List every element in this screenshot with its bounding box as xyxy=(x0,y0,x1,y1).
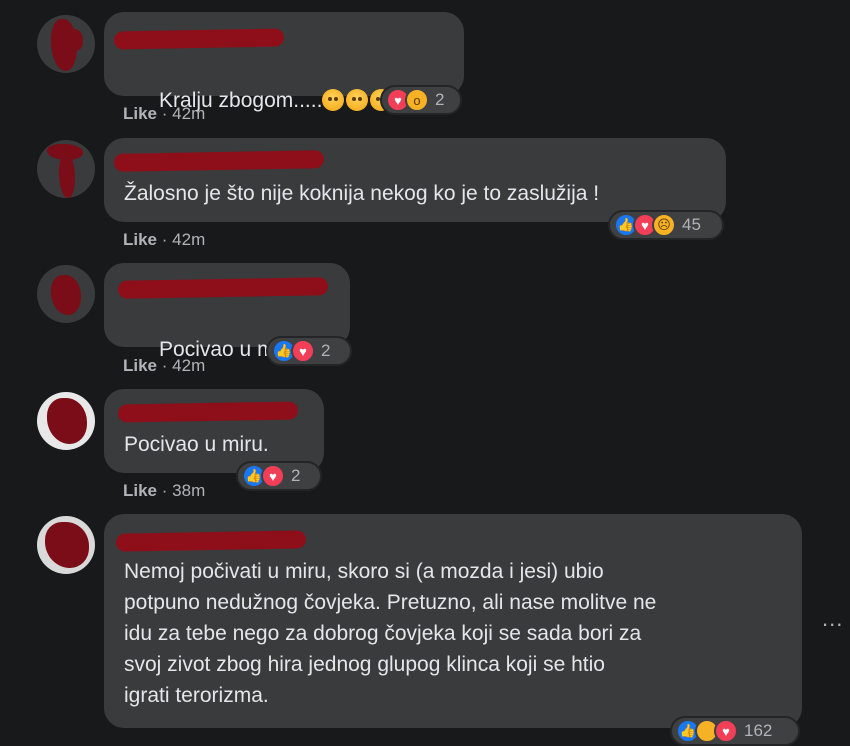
author-name-redacted[interactable] xyxy=(115,530,307,552)
comment-text: Pocivao u miru. xyxy=(124,433,269,456)
like-button[interactable]: Like xyxy=(123,230,157,249)
reaction-count: 162 xyxy=(744,721,773,740)
author-name-redacted[interactable] xyxy=(117,277,329,299)
love-reaction-icon: ♥ xyxy=(714,719,738,743)
author-name-redacted[interactable] xyxy=(117,401,299,423)
avatar[interactable] xyxy=(37,15,95,73)
separator: · xyxy=(161,104,173,123)
author-name-redacted[interactable] xyxy=(113,28,285,50)
love-reaction-icon: ♥ xyxy=(261,464,285,488)
like-button[interactable]: Like xyxy=(123,104,157,123)
timestamp[interactable]: 42m xyxy=(172,356,205,375)
avatar[interactable] xyxy=(37,140,95,198)
sad-face-emoji xyxy=(346,89,369,111)
reaction-summary[interactable]: 👍 ♥ 2 xyxy=(266,336,352,366)
separator: · xyxy=(161,230,173,249)
author-name-redacted[interactable] xyxy=(113,150,325,172)
reaction-count: 45 xyxy=(682,215,701,234)
reaction-summary[interactable]: 👍 ♥ 2 xyxy=(236,461,322,491)
timestamp[interactable]: 42m xyxy=(172,230,205,249)
comment-text: Žalosno je što nije koknija nekog ko je … xyxy=(124,182,600,205)
reaction-summary[interactable]: ♥ o 2 xyxy=(380,85,462,115)
comment-bubble: Nemoj počivati u miru, skoro si (a mozda… xyxy=(104,514,802,728)
more-options-icon[interactable]: ... xyxy=(822,606,843,632)
reaction-summary[interactable]: 👍 ♥ ☹ 45 xyxy=(608,210,724,240)
timestamp[interactable]: 42m xyxy=(172,104,205,123)
avatar[interactable] xyxy=(37,516,95,574)
avatar[interactable] xyxy=(37,265,95,323)
separator: · xyxy=(161,356,173,375)
love-reaction-icon: ♥ xyxy=(291,339,315,363)
comment-bubble: Pocivao u miru xyxy=(104,263,350,361)
like-button[interactable]: Like xyxy=(123,481,157,500)
comment-bubble: Kralju zbogom..... xyxy=(104,12,464,112)
reaction-count: 2 xyxy=(291,466,301,485)
reaction-count: 2 xyxy=(435,90,445,109)
wow-reaction-icon: o xyxy=(405,88,429,112)
comment-text: Nemoj počivati u miru, skoro si (a mozda… xyxy=(124,560,657,707)
sad-reaction-icon: ☹ xyxy=(652,213,676,237)
separator: · xyxy=(161,481,173,500)
reaction-summary[interactable]: 👍 ♥ 162 xyxy=(670,716,800,746)
sad-face-emoji xyxy=(322,89,345,111)
reaction-count: 2 xyxy=(321,341,331,360)
avatar[interactable] xyxy=(37,392,95,450)
like-button[interactable]: Like xyxy=(123,356,157,375)
timestamp[interactable]: 38m xyxy=(172,481,205,500)
